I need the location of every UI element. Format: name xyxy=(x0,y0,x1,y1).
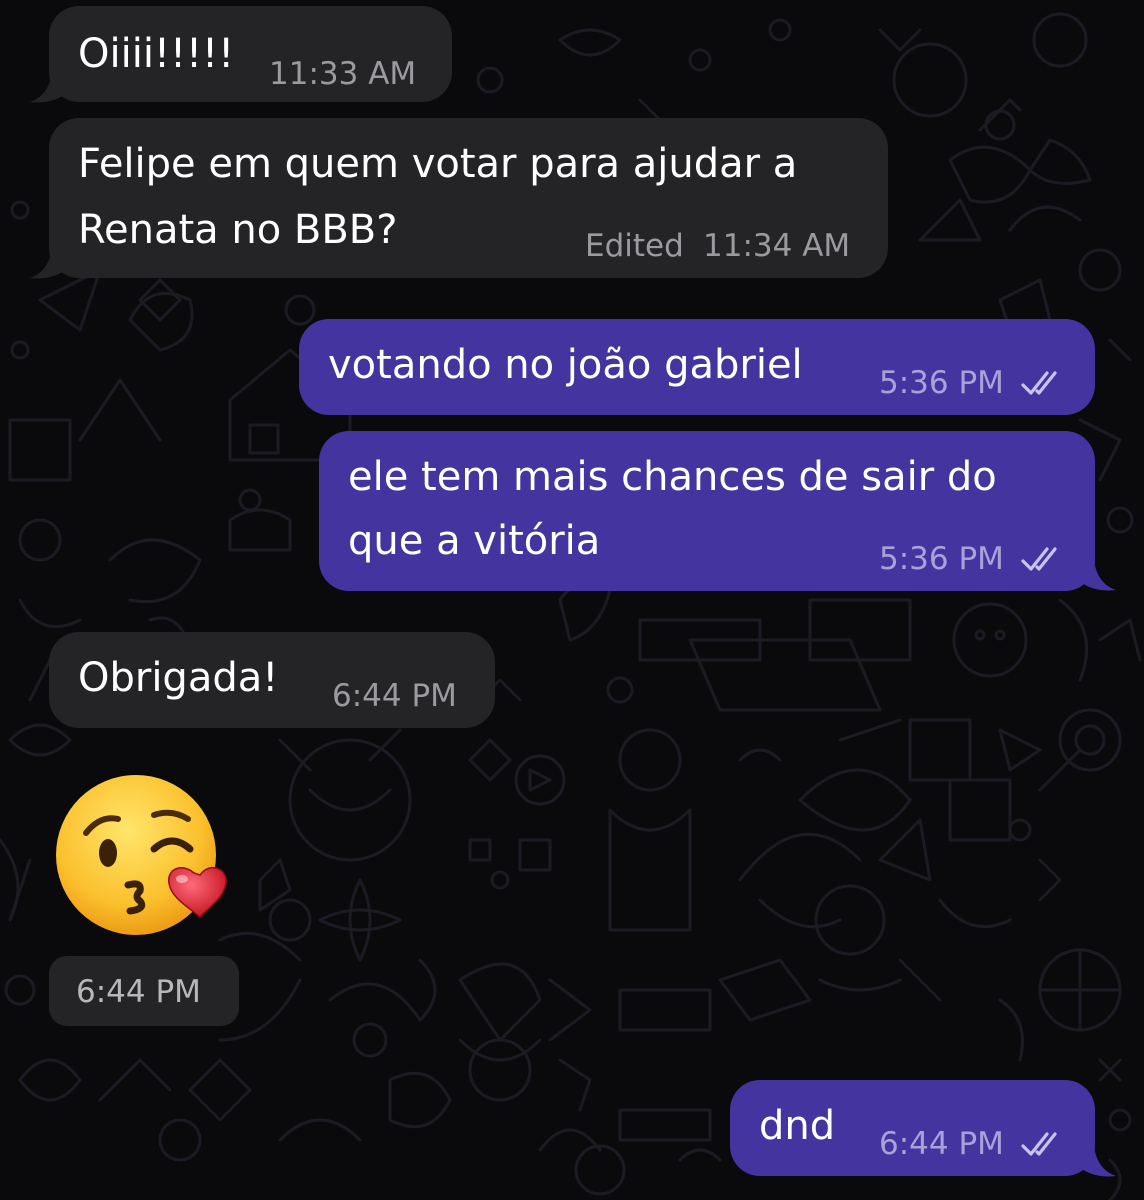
message-text: votando no joão gabriel xyxy=(328,342,803,388)
message-time: 6:44 PM xyxy=(332,678,457,714)
incoming-message[interactable]: Oiiii!!!!! 11:33 AM xyxy=(49,6,452,102)
message-text: dnd xyxy=(759,1103,836,1149)
message-text-line: ele tem mais chances de sair do xyxy=(348,454,997,500)
message-time: 6:44 PM xyxy=(76,974,201,1010)
outgoing-message[interactable]: votando no joão gabriel 5:36 PM xyxy=(299,319,1095,415)
outgoing-bubble-tail xyxy=(1076,560,1116,596)
message-time: 11:33 AM xyxy=(269,56,417,92)
message-text-line: Renata no BBB? xyxy=(78,207,398,253)
double-check-read-icon xyxy=(1021,367,1069,403)
message-time: 5:36 PM xyxy=(879,365,1004,401)
emoji-timestamp-pill: 6:44 PM xyxy=(49,956,239,1026)
incoming-message[interactable]: Felipe em quem votar para ajudar a Renat… xyxy=(49,118,888,278)
edited-label: Edited xyxy=(585,228,684,264)
outgoing-message[interactable]: dnd 6:44 PM xyxy=(730,1080,1095,1176)
message-text-line: Felipe em quem votar para ajudar a xyxy=(78,141,798,187)
outgoing-message[interactable]: ele tem mais chances de sair do que a vi… xyxy=(319,431,1095,591)
double-check-read-icon xyxy=(1021,1128,1069,1164)
outgoing-bubble-tail xyxy=(1076,1146,1116,1182)
message-time: 5:36 PM xyxy=(879,541,1004,577)
message-text: Oiiii!!!!! xyxy=(78,31,235,77)
kissing-face-with-heart-emoji[interactable] xyxy=(54,773,230,953)
message-time: 6:44 PM xyxy=(879,1126,1004,1162)
message-time: 11:34 AM xyxy=(703,228,851,264)
incoming-message[interactable]: Obrigada! 6:44 PM xyxy=(49,632,495,728)
double-check-read-icon xyxy=(1021,543,1069,579)
message-text: Obrigada! xyxy=(78,655,279,701)
message-text-line: que a vitória xyxy=(348,518,601,564)
